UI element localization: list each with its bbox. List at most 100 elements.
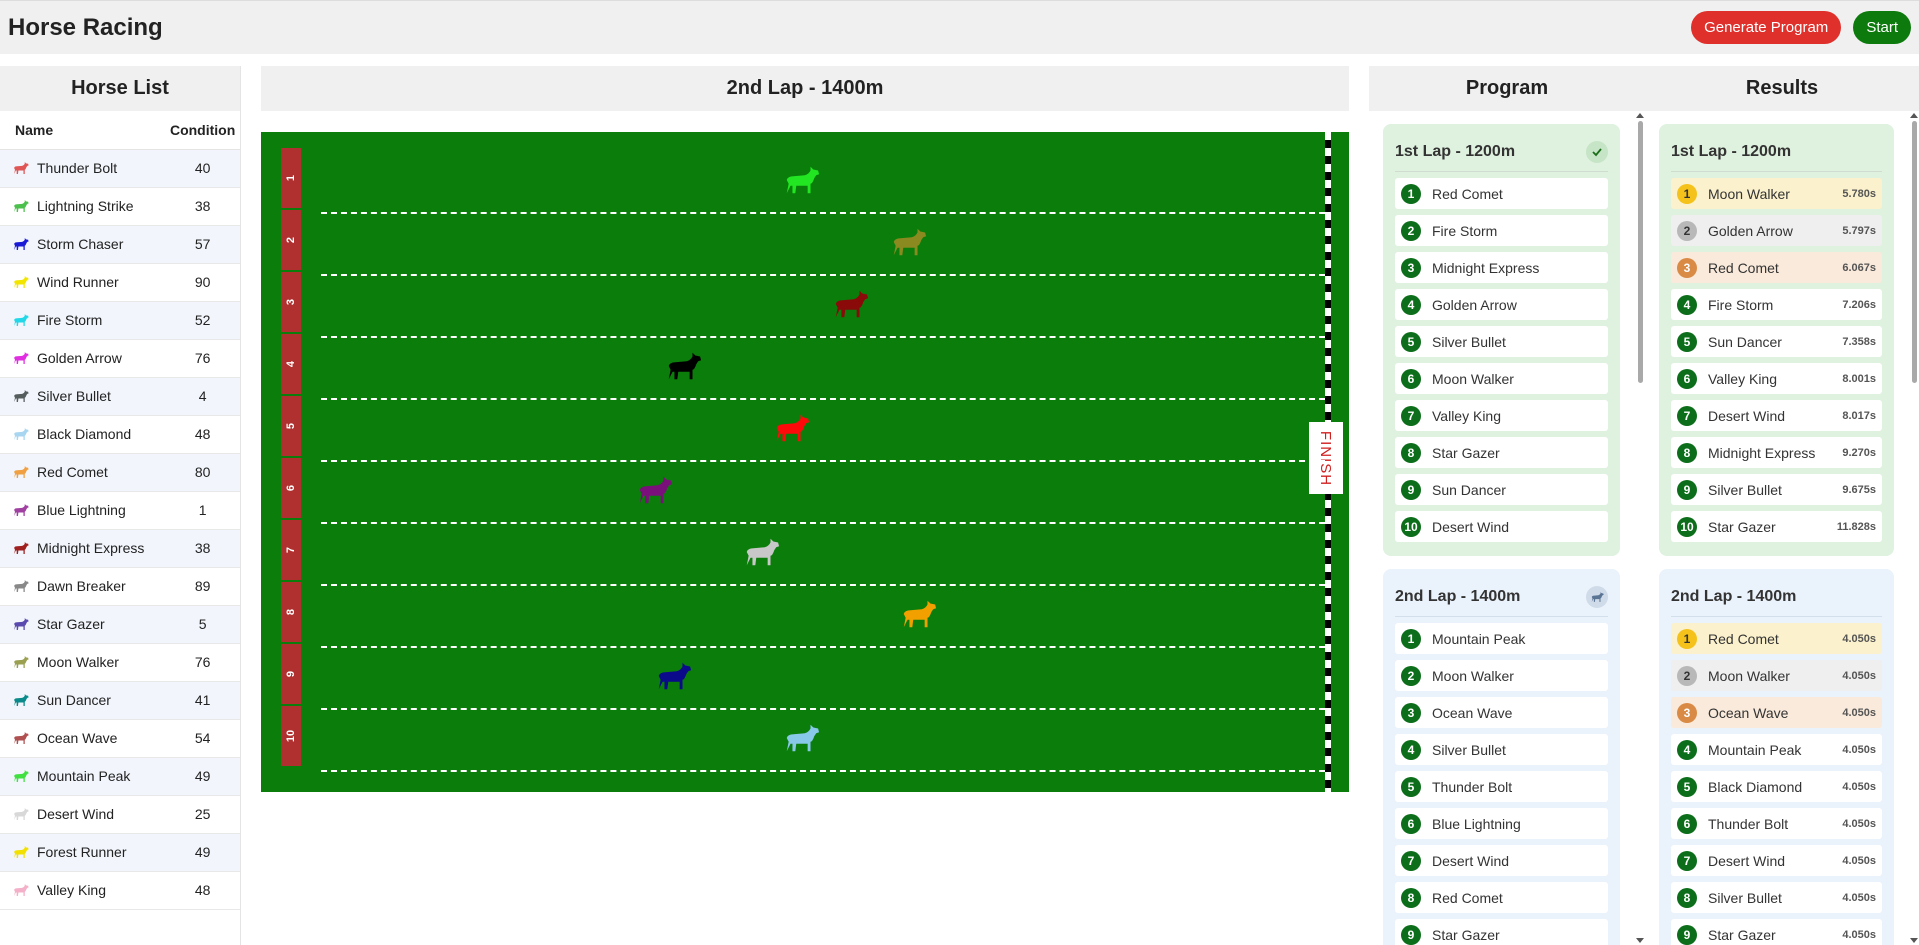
horse-icon: [12, 389, 29, 403]
race-horse-icon: [664, 350, 702, 384]
lap-title: 1st Lap - 1200m: [1671, 142, 1792, 160]
scroll-up-arrow-icon[interactable]: [1636, 113, 1644, 118]
horse-icon: [12, 731, 29, 745]
horse-condition: 57: [165, 225, 240, 264]
program-entry: 1 Red Comet: [1395, 178, 1608, 209]
result-entry: 7 Desert Wind 8.017s: [1671, 400, 1882, 431]
program-lap-card: 2nd Lap - 1400m 1 Mountain Peak 2 Moon Walke…: [1383, 569, 1620, 945]
horse-name-cell: Thunder Bolt: [0, 149, 166, 188]
generate-program-button[interactable]: Generate Program: [1691, 11, 1842, 44]
horse-condition: 80: [165, 453, 240, 492]
lane-number: 10: [281, 706, 301, 766]
results-scroll-thumb[interactable]: [1912, 121, 1917, 383]
finish-time: 5.797s: [1842, 224, 1876, 237]
horse-name-cell: Lightning Strike: [0, 187, 166, 226]
entry-horse-name: Ocean Wave: [1708, 704, 1789, 721]
entry-horse-name: Star Gazer: [1708, 518, 1776, 535]
horse-row: Storm Chaser 57: [0, 225, 240, 264]
horse-name-cell: Black Diamond: [0, 415, 166, 454]
entry-horse-name: Golden Arrow: [1708, 222, 1793, 239]
horse-name: Forest Runner: [37, 844, 127, 860]
lane-number-text: 8: [285, 608, 297, 616]
lane-divider: [321, 708, 1325, 710]
position-badge: 7: [1677, 850, 1697, 871]
program-entry: 1 Mountain Peak: [1395, 623, 1608, 654]
horse-icon: [12, 541, 29, 555]
lane-number: 6: [281, 458, 301, 518]
position-badge: 8: [1401, 887, 1421, 908]
program-entry: 2 Moon Walker: [1395, 660, 1608, 691]
horse-icon: [12, 693, 29, 707]
results-scrollbar[interactable]: [1909, 111, 1919, 945]
horse-name: Golden Arrow: [37, 350, 122, 366]
entry-horse-name: Desert Wind: [1708, 407, 1786, 424]
lane-divider: [321, 274, 1325, 276]
program-entry: 7 Desert Wind: [1395, 845, 1608, 876]
position-badge: 7: [1677, 405, 1697, 426]
start-button[interactable]: Start: [1853, 11, 1911, 44]
lane-divider: [321, 460, 1325, 462]
horse-condition: 90: [165, 263, 240, 302]
horse-icon: [12, 883, 29, 897]
position-badge: 7: [1401, 850, 1421, 871]
program-entry: 5 Thunder Bolt: [1395, 771, 1608, 802]
lane-divider: [321, 398, 1325, 400]
scroll-down-arrow-icon[interactable]: [1910, 938, 1918, 943]
program-entry: 9 Star Gazer: [1395, 919, 1608, 945]
horse-name: Moon Walker: [37, 654, 119, 670]
lane-number: 7: [281, 520, 301, 580]
entry-horse-name: Moon Walker: [1432, 667, 1514, 684]
horse-condition: 41: [165, 681, 240, 720]
lane-number-text: 6: [285, 484, 297, 492]
entry-horse-name: Silver Bullet: [1708, 889, 1782, 906]
horse-name: Mountain Peak: [37, 768, 131, 784]
horse-row: Dawn Breaker 89: [0, 567, 240, 606]
program-scrollbar[interactable]: [1635, 111, 1645, 945]
horse-name: Red Comet: [37, 464, 108, 480]
finish-time: 5.780s: [1842, 187, 1876, 200]
entry-horse-name: Blue Lightning: [1432, 815, 1521, 832]
lane-number-text: 9: [285, 670, 297, 678]
horse-condition: 89: [165, 567, 240, 606]
horse-name-cell: Silver Bullet: [0, 377, 166, 416]
entry-horse-name: Fire Storm: [1432, 222, 1498, 239]
scroll-up-arrow-icon[interactable]: [1910, 113, 1918, 118]
horse-row: Desert Wind 25: [0, 795, 240, 834]
program-scroll-thumb[interactable]: [1638, 121, 1643, 383]
lane-divider: [321, 646, 1325, 648]
position-badge: 4: [1677, 294, 1697, 315]
position-badge: 6: [1677, 813, 1697, 834]
scroll-down-arrow-icon[interactable]: [1636, 938, 1644, 943]
horse-row: Star Gazer 5: [0, 605, 240, 644]
lane-number-text: 4: [285, 360, 297, 368]
lane-number-text: 2: [285, 236, 297, 244]
horse-condition: 38: [165, 187, 240, 226]
finish-time: 4.050s: [1842, 928, 1876, 941]
horse-icon: [12, 845, 29, 859]
horse-icon: [12, 427, 29, 441]
horse-name: Ocean Wave: [37, 730, 118, 746]
horse-name-cell: Midnight Express: [0, 529, 166, 568]
position-badge: 3: [1677, 702, 1697, 723]
position-badge: 5: [1677, 331, 1697, 352]
horse-name-cell: Ocean Wave: [0, 719, 166, 758]
horse-name: Desert Wind: [37, 806, 115, 822]
entry-horse-name: Golden Arrow: [1432, 296, 1517, 313]
entry-horse-name: Mountain Peak: [1708, 741, 1802, 758]
horse-row: Black Diamond 48: [0, 415, 240, 454]
lane-number-text: 7: [285, 546, 297, 554]
finish-time: 7.358s: [1842, 335, 1876, 348]
program-entry: 8 Red Comet: [1395, 882, 1608, 913]
lane-number: 1: [281, 148, 301, 208]
position-badge: 9: [1677, 479, 1697, 500]
horse-condition: 38: [165, 529, 240, 568]
horse-list-panel: Horse List Name Condition Thunder Bolt 40…: [0, 66, 241, 945]
horse-icon: [12, 313, 29, 327]
program-entry: 7 Valley King: [1395, 400, 1608, 431]
entry-horse-name: Star Gazer: [1708, 926, 1776, 943]
program-title: Program: [1369, 66, 1645, 111]
horse-condition: 48: [165, 871, 240, 910]
position-badge: 4: [1401, 739, 1421, 760]
entry-horse-name: Black Diamond: [1708, 778, 1803, 795]
position-badge: 9: [1677, 924, 1697, 945]
